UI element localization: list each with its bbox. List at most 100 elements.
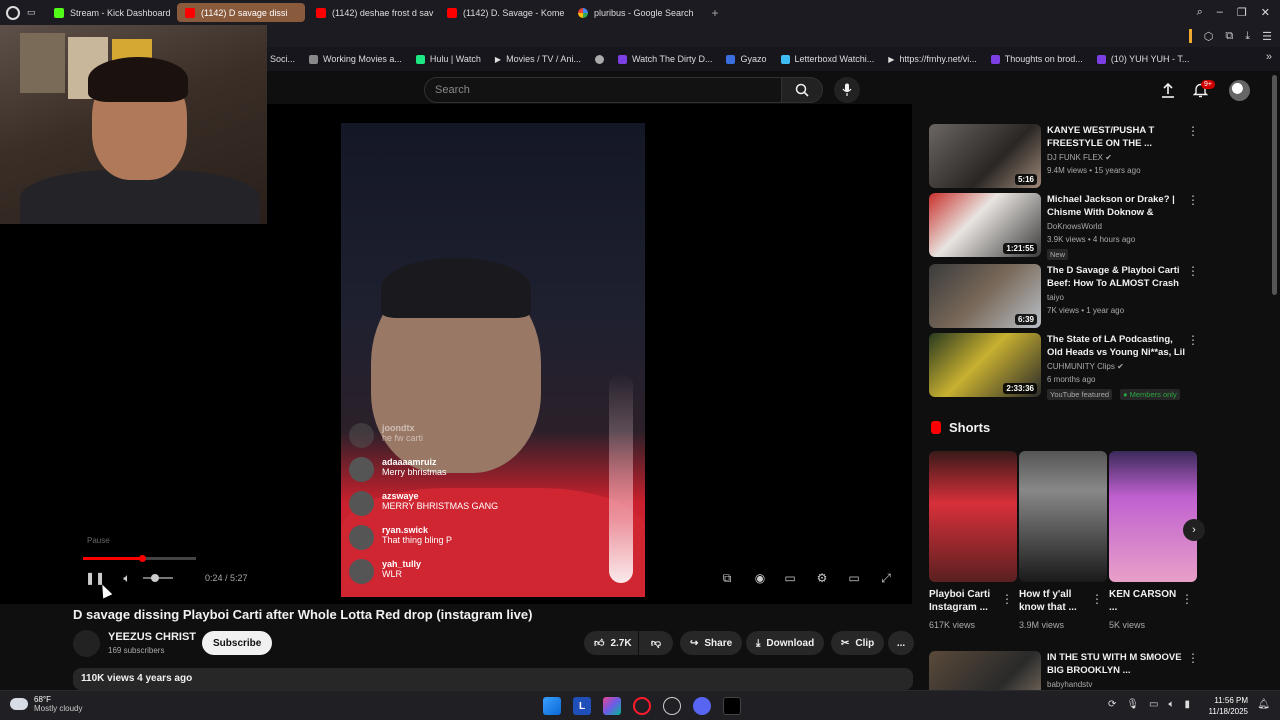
channel-name[interactable]: YEEZUS CHRIST [108, 631, 196, 643]
recommendation-item[interactable]: IN THE STU WITH M SMOOVE BIG BROOKLYN ..… [929, 651, 1199, 690]
subscribe-button[interactable]: Subscribe [202, 631, 273, 655]
tab-kick-dashboard[interactable]: Stream - Kick Dashboard [46, 3, 174, 22]
download-button[interactable]: ⤓ Download [746, 631, 825, 655]
search-button[interactable] [781, 77, 823, 103]
short-thumbnail[interactable] [1109, 451, 1197, 582]
notification-bell-icon[interactable]: 🔔︎ [1257, 699, 1270, 710]
volume-slider[interactable] [143, 574, 173, 582]
video-thumbnail[interactable]: 1:21:55 [929, 193, 1041, 257]
recommendation-item[interactable]: 2:33:36 The State of LA Podcasting, Old … [929, 333, 1199, 400]
new-tab-button[interactable]: + [705, 3, 725, 22]
copilot-icon[interactable] [603, 697, 621, 715]
restore-button[interactable]: ❐ [1237, 6, 1247, 19]
kebab-menu-icon[interactable]: ⋮ [1181, 592, 1193, 606]
tab-pluribus-google[interactable]: pluribus - Google Search [570, 3, 702, 22]
recommendation-item[interactable]: 1:21:55 Michael Jackson or Drake? | Chis… [929, 193, 1199, 260]
recommendation-channel[interactable]: CUHMUNITY Clips ✔ [1047, 362, 1124, 371]
kebab-menu-icon[interactable]: ⋮ [1187, 651, 1199, 665]
recommendation-channel[interactable]: taiyo [1047, 293, 1064, 302]
miniplayer-button[interactable]: ⧉ [719, 570, 735, 586]
kebab-menu-icon[interactable]: ⋮ [1187, 264, 1199, 278]
recommendation-title[interactable]: Michael Jackson or Drake? | Chisme With … [1047, 193, 1185, 219]
video-thumbnail[interactable]: 5:16 [929, 124, 1041, 188]
more-actions-button[interactable]: ... [888, 631, 914, 655]
captions-button[interactable]: ▭ [782, 570, 798, 586]
bookmark-item[interactable]: (10) YUH YUH - T... [1096, 54, 1189, 64]
recommendation-title[interactable]: The D Savage & Playboi Carti Beef: How T… [1047, 264, 1185, 290]
page-scrollbar[interactable] [1272, 75, 1277, 295]
recommendation-item[interactable]: 6:39 The D Savage & Playboi Carti Beef: … [929, 264, 1199, 328]
description-box[interactable]: 110K views 4 years ago [73, 668, 913, 690]
progress-scrubber[interactable] [138, 555, 146, 562]
video-frame[interactable]: joondtx he fw carti adaaaamruiz Merry bhri… [341, 123, 645, 597]
network-icon[interactable]: ▭ [1149, 699, 1158, 710]
recommendation-channel[interactable]: babyhandstv [1047, 680, 1092, 689]
opera-logo-icon[interactable] [6, 5, 20, 20]
extensions-icon[interactable]: ⬡ [1204, 30, 1214, 43]
short-title[interactable]: KEN CARSON ... [1109, 588, 1181, 614]
recommendation-channel[interactable]: DoKnowsWorld [1047, 222, 1102, 231]
mute-button[interactable]: 🔈︎ [120, 570, 134, 586]
bookmark-item[interactable]: ▶ Movies / TV / Ani... [495, 54, 581, 64]
theater-button[interactable]: ▭ [846, 570, 862, 586]
kebab-menu-icon[interactable]: ⋮ [1187, 124, 1199, 138]
account-avatar[interactable] [1229, 80, 1250, 101]
volume-knob[interactable] [151, 574, 159, 582]
kebab-menu-icon[interactable]: ⋮ [1091, 592, 1103, 606]
short-thumbnail[interactable] [1019, 451, 1107, 582]
pause-button[interactable]: ❚❚ [85, 570, 105, 586]
kebab-menu-icon[interactable]: ⋮ [1001, 592, 1013, 606]
opera-gx-icon[interactable] [633, 697, 651, 715]
share-button[interactable]: ↪ Share [680, 631, 743, 655]
recommendation-title[interactable]: The State of LA Podcasting, Old Heads vs… [1047, 333, 1185, 359]
bookmarks-more-icon[interactable]: » [1266, 51, 1272, 63]
short-thumbnail[interactable] [929, 451, 1017, 582]
l-app-icon[interactable]: L [573, 697, 591, 715]
workspace-icon[interactable]: ▭ [23, 3, 43, 22]
video-thumbnail[interactable]: 2:33:36 [929, 333, 1041, 397]
bookmark-item[interactable]: Thoughts on brod... [990, 54, 1083, 64]
kebab-menu-icon[interactable]: ⋮ [1187, 193, 1199, 207]
sync-icon[interactable]: ⟳ [1108, 699, 1116, 710]
bookmark-item[interactable]: Letterboxd Watchi... [780, 54, 874, 64]
close-window-button[interactable]: ✕ [1261, 6, 1270, 19]
dislike-button[interactable]: 👎︎ [639, 631, 673, 655]
weather-widget[interactable]: 68°F Mostly cloudy [10, 695, 82, 713]
microphone-icon[interactable]: 🎙︎ [1126, 699, 1139, 710]
channel-avatar[interactable] [73, 630, 100, 657]
discord-icon[interactable] [693, 697, 711, 715]
snapshot-icon[interactable]: ⧉ [1225, 30, 1233, 43]
app-icon[interactable] [723, 697, 741, 715]
recommendation-title[interactable]: IN THE STU WITH M SMOOVE BIG BROOKLYN ..… [1047, 651, 1185, 677]
volume-icon[interactable]: 🔈︎ [1168, 699, 1174, 710]
bookmark-item[interactable]: Working Movies a... [309, 54, 402, 64]
minimize-button[interactable]: – [1217, 6, 1223, 19]
kebab-menu-icon[interactable]: ⋮ [1187, 333, 1199, 347]
autoplay-toggle[interactable]: ◉ [750, 570, 770, 586]
downloads-icon[interactable]: ⤓ [1245, 30, 1250, 43]
voice-search-button[interactable] [834, 77, 860, 103]
short-title[interactable]: How tf y'all know that ... [1019, 588, 1091, 614]
recommendation-item[interactable]: 5:16 KANYE WEST/PUSHA T FREESTYLE ON THE… [929, 124, 1199, 188]
video-thumbnail[interactable] [929, 651, 1041, 690]
tab-deshae-frost[interactable]: (1142) deshae frost d sav [308, 3, 436, 22]
like-button[interactable]: 👍︎ 2.7K [584, 631, 638, 655]
bookmark-item[interactable]: Gyazo [726, 54, 767, 64]
windows-start-icon[interactable] [543, 697, 561, 715]
system-clock[interactable]: 11:56 PM 11/18/2025 [1209, 695, 1248, 717]
fullscreen-button[interactable]: ⤢ [878, 570, 894, 586]
obs-icon[interactable] [663, 697, 681, 715]
bookmark-item[interactable] [594, 54, 604, 64]
upload-button[interactable] [1158, 80, 1178, 100]
bookmark-item[interactable]: Hulu | Watch [415, 54, 481, 64]
tab-d-savage-kome[interactable]: (1142) D. Savage - Kome [439, 3, 567, 22]
bookmark-item[interactable]: Soci... [270, 54, 295, 64]
short-title[interactable]: Playboi Carti Instagram ... [929, 588, 1001, 614]
video-thumbnail[interactable]: 6:39 [929, 264, 1041, 328]
recommendation-title[interactable]: KANYE WEST/PUSHA T FREESTYLE ON THE ... [1047, 124, 1185, 150]
shorts-next-button[interactable]: › [1183, 519, 1205, 541]
bookmark-item[interactable]: Watch The Dirty D... [617, 54, 712, 64]
bookmark-item[interactable]: ▶ https://fmhy.net/vi... [888, 54, 977, 64]
search-tabs-icon[interactable]: ⌕ [1197, 6, 1203, 19]
recommendation-channel[interactable]: DJ FUNK FLEX ✔ [1047, 153, 1112, 162]
